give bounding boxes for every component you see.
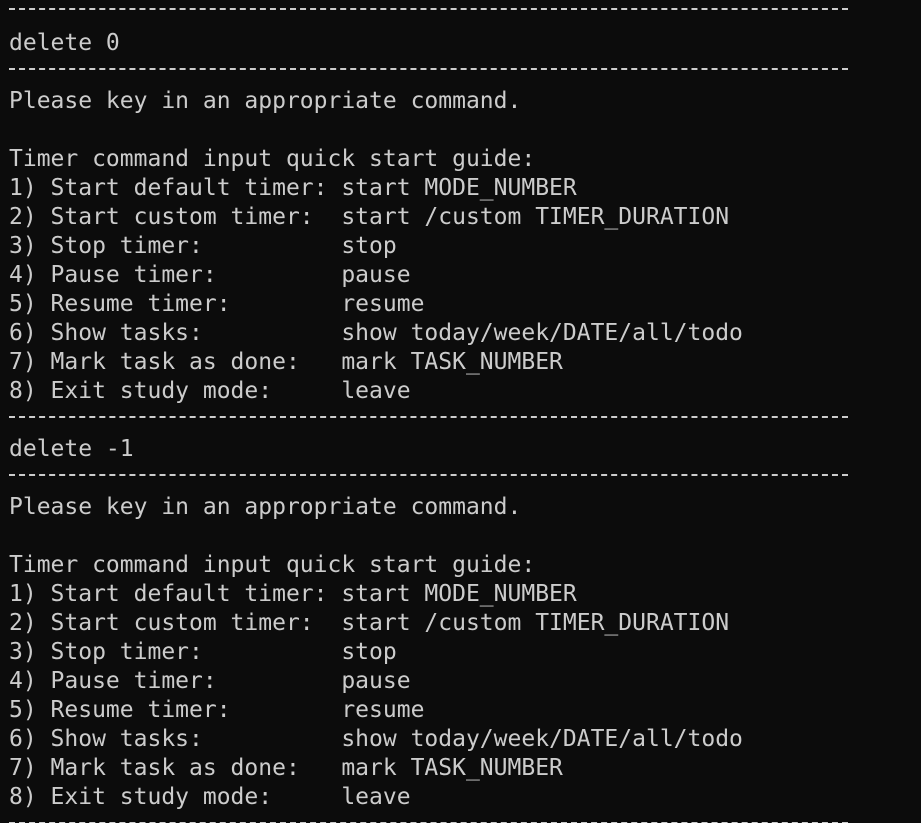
terminal-line: Please key in an appropriate command. bbox=[9, 494, 522, 520]
terminal-line: 7) Mark task as done: mark TASK_NUMBER bbox=[9, 349, 563, 375]
terminal-line: 3) Stop timer: stop bbox=[9, 233, 397, 259]
terminal-line: 8) Exit study mode: leave bbox=[9, 784, 411, 810]
separator-line bbox=[9, 58, 921, 87]
separator-rule bbox=[9, 68, 848, 70]
terminal-line: 1) Start default timer: start MODE_NUMBE… bbox=[9, 581, 577, 607]
terminal-output: delete 0 Please key in an appropriate com… bbox=[0, 0, 921, 823]
terminal-line: delete -1 bbox=[9, 436, 134, 462]
terminal-line: 6) Show tasks: show today/week/DATE/all/… bbox=[9, 320, 743, 346]
terminal-line: 2) Start custom timer: start /custom TIM… bbox=[9, 610, 730, 636]
terminal-line: 5) Resume timer: resume bbox=[9, 291, 425, 317]
terminal-line: 4) Pause timer: pause bbox=[9, 262, 411, 288]
terminal-line: Timer command input quick start guide: bbox=[9, 146, 536, 172]
terminal-line: 7) Mark task as done: mark TASK_NUMBER bbox=[9, 755, 563, 781]
terminal-line: 5) Resume timer: resume bbox=[9, 697, 425, 723]
terminal-line: 3) Stop timer: stop bbox=[9, 639, 397, 665]
terminal-line: 6) Show tasks: show today/week/DATE/all/… bbox=[9, 726, 743, 752]
terminal-line: Timer command input quick start guide: bbox=[9, 552, 536, 578]
separator-line bbox=[9, 464, 921, 493]
terminal-line: 8) Exit study mode: leave bbox=[9, 378, 411, 404]
separator-line bbox=[9, 406, 921, 435]
terminal-line: 2) Start custom timer: start /custom TIM… bbox=[9, 204, 730, 230]
separator-rule bbox=[9, 416, 848, 418]
terminal-line: delete 0 bbox=[9, 30, 120, 56]
terminal-line: Please key in an appropriate command. bbox=[9, 88, 522, 114]
separator-rule bbox=[9, 8, 848, 10]
separator-line bbox=[9, 812, 921, 823]
terminal-line: 1) Start default timer: start MODE_NUMBE… bbox=[9, 175, 577, 201]
separator-line bbox=[9, 0, 921, 29]
terminal-line: 4) Pause timer: pause bbox=[9, 668, 411, 694]
separator-rule bbox=[9, 474, 848, 476]
